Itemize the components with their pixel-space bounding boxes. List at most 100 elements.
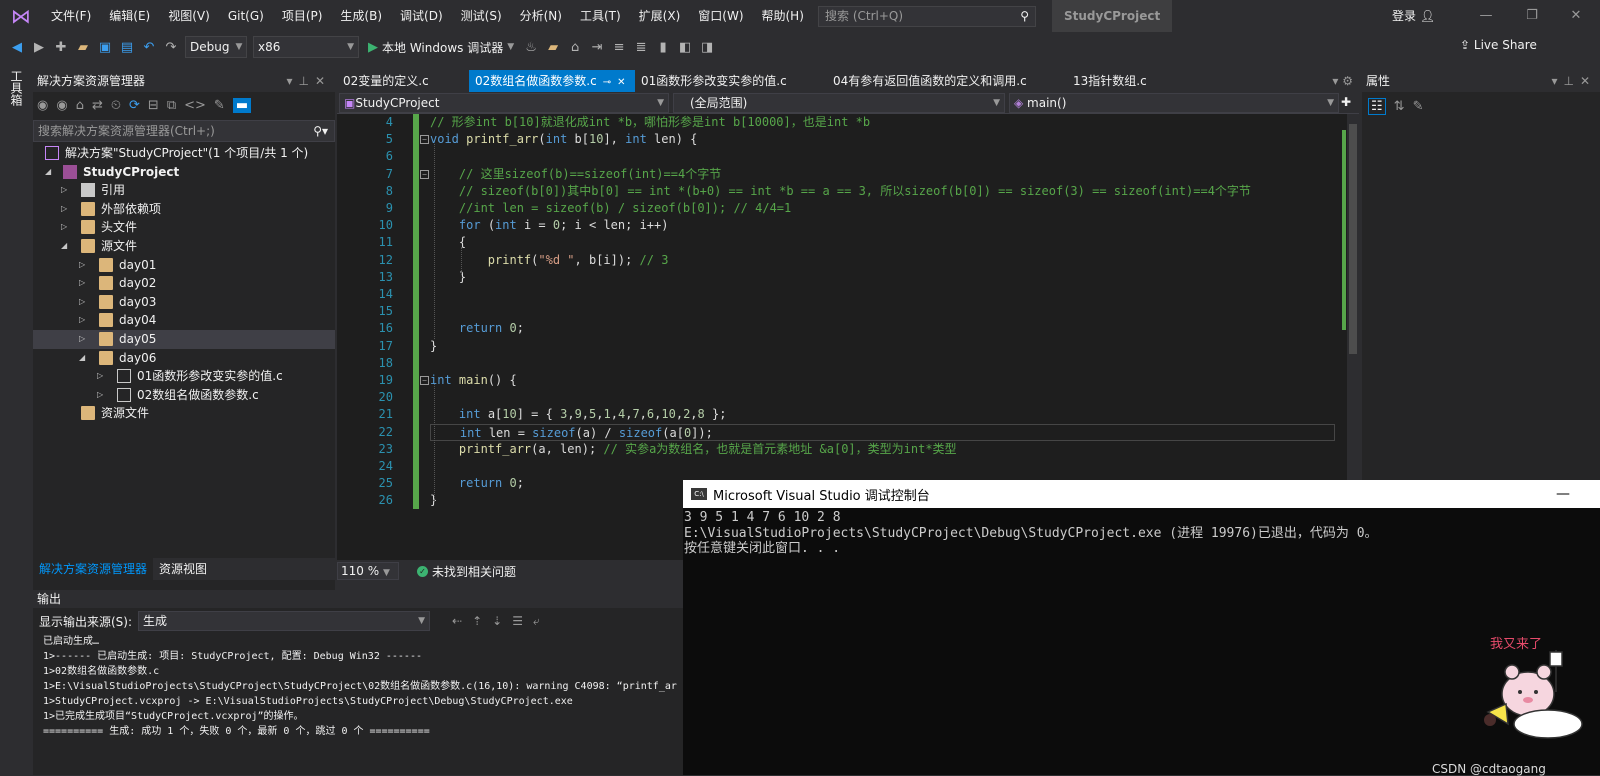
undo-icon[interactable]: ↶ [140, 36, 158, 58]
tab-file[interactable]: 02变量的定义.c [337, 70, 469, 92]
step-icon[interactable]: ⇥ [588, 36, 606, 58]
new-item-icon[interactable]: ✚ [52, 36, 70, 58]
collapsed-icon[interactable]: ▷ [79, 330, 89, 349]
property-pages-icon[interactable]: ✎ [1413, 99, 1424, 114]
collapse-all-icon[interactable]: ⊟ [148, 98, 159, 113]
panel-controls[interactable]: ▾⊥✕ [1551, 70, 1600, 92]
output-toolbar-icons[interactable]: ⇠⇡⇣☰⤶ [452, 614, 550, 629]
collapsed-icon[interactable]: ▷ [97, 386, 107, 405]
menu-item[interactable]: 生成(B) [331, 0, 391, 32]
collapsed-icon[interactable]: ▷ [61, 200, 71, 219]
tree-sources[interactable]: ◢ 源文件 [33, 237, 335, 256]
comment-icon[interactable]: ≡ [610, 36, 628, 58]
menu-item[interactable]: 文件(F) [42, 0, 100, 32]
pin-icon[interactable]: ⊸ [603, 77, 611, 88]
tab-solution-explorer[interactable]: 解决方案资源管理器 [33, 558, 154, 580]
tree-folder-day04[interactable]: ▷ day04 [33, 311, 335, 330]
tree-folder-day06[interactable]: ◢ day06 [33, 349, 335, 368]
tab-overflow-icon[interactable]: ▾ ⚙ [1332, 70, 1353, 92]
collapse-icon[interactable]: − [420, 135, 429, 144]
save-icon[interactable]: ▣ [96, 36, 114, 58]
pending-changes-icon[interactable]: ⏲ [111, 98, 121, 113]
login-button[interactable]: 登录 👤︎ [1392, 0, 1435, 32]
uncomment-icon[interactable]: ≣ [632, 36, 650, 58]
bookmark-icon[interactable]: ▮ [654, 36, 672, 58]
minimize-icon[interactable]: — [1556, 486, 1570, 502]
start-debugging-button[interactable]: ▶ 本地 Windows 调试器 ▼ [368, 39, 514, 56]
expanded-icon[interactable]: ◢ [45, 163, 55, 182]
collapsed-icon[interactable]: ▷ [79, 274, 89, 293]
code-view-icon[interactable]: <> [184, 98, 206, 113]
live-share-button[interactable]: ⇪ Live Share [1460, 38, 1537, 52]
tree-file[interactable]: ▷ 01函数形参改变实参的值.c [33, 367, 335, 386]
menu-item[interactable]: 工具(T) [571, 0, 630, 32]
split-icon[interactable]: ✚ [1341, 92, 1353, 113]
redo-icon[interactable]: ↷ [162, 36, 180, 58]
menu-item[interactable]: 调试(D) [391, 0, 452, 32]
copy-icon[interactable]: ⧉ [167, 98, 176, 113]
project-select[interactable]: ▣StudyCProject ▼ [339, 93, 669, 113]
tab-file[interactable]: 01函数形参改变实参的值.c [635, 70, 827, 92]
tree-folder-day03[interactable]: ▷ day03 [33, 293, 335, 312]
preview-toggle-icon[interactable]: ▬ [232, 97, 252, 113]
menu-item[interactable]: 测试(S) [452, 0, 511, 32]
member-select[interactable]: ◈ main() ▼ [1009, 93, 1339, 113]
minimize-button[interactable]: — [1470, 0, 1502, 32]
close-icon[interactable]: ✕ [617, 77, 625, 88]
back-icon[interactable]: ◉ [37, 98, 48, 113]
collapsed-icon[interactable]: ▷ [79, 311, 89, 330]
switch-view-icon[interactable]: ⇄ [92, 98, 103, 113]
solution-config-icon[interactable]: ⌂ [566, 36, 584, 58]
tree-external-deps[interactable]: ▷ 外部依赖项 [33, 200, 335, 219]
search-input[interactable]: 搜索 (Ctrl+Q) ⚲ [818, 6, 1036, 27]
tree-folder-day02[interactable]: ▷ day02 [33, 274, 335, 293]
tree-folder-day01[interactable]: ▷ day01 [33, 256, 335, 275]
menu-item[interactable]: 编辑(E) [100, 0, 159, 32]
tree-file[interactable]: ▷ 02数组名做函数参数.c [33, 386, 335, 405]
forward-icon[interactable]: ▶ [30, 36, 48, 58]
configuration-select[interactable]: Debug ▼ [185, 36, 247, 58]
menu-item[interactable]: 窗口(W) [689, 0, 752, 32]
output-source-select[interactable]: 生成 ▼ [138, 611, 431, 631]
tree-references[interactable]: ▷ 引用 [33, 181, 335, 200]
tree-project[interactable]: ◢ StudyCProject [33, 163, 335, 182]
menu-item[interactable]: 帮助(H) [753, 0, 813, 32]
collapsed-icon[interactable]: ▷ [79, 293, 89, 312]
sync-icon[interactable]: ⟳ [129, 98, 140, 113]
home-icon[interactable]: ⌂ [76, 98, 84, 113]
menu-item[interactable]: 视图(V) [159, 0, 219, 32]
tree-headers[interactable]: ▷ 头文件 [33, 218, 335, 237]
collapsed-icon[interactable]: ▷ [97, 367, 107, 386]
collapse-icon[interactable]: − [420, 376, 429, 385]
forward-icon[interactable]: ◉ [56, 98, 67, 113]
tree-folder-day05[interactable]: ▷ day05 [33, 329, 335, 349]
categorized-icon[interactable]: ☷ [1368, 97, 1386, 115]
browse-icon[interactable]: ▰ [544, 36, 562, 58]
back-icon[interactable]: ◀ [8, 36, 26, 58]
properties-wrench-icon[interactable]: ✎ [214, 98, 225, 113]
collapse-icon[interactable]: − [420, 170, 429, 179]
platform-select[interactable]: x86 ▼ [253, 36, 359, 58]
open-folder-icon[interactable]: ▰ [74, 36, 92, 58]
toolbox-tab[interactable]: 工具箱 [8, 70, 25, 106]
panel-controls[interactable]: ▾⊥✕ [286, 70, 335, 92]
tab-file-active[interactable]: 02数组名做函数参数.c ⊸ ✕ [469, 70, 635, 92]
tab-file[interactable]: 13指针数组.c [1067, 70, 1187, 92]
prev-bookmark-icon[interactable]: ◧ [676, 36, 694, 58]
menu-item[interactable]: 扩展(X) [630, 0, 690, 32]
tree-resources[interactable]: 资源文件 [33, 404, 335, 423]
tab-resource-view[interactable]: 资源视图 [153, 558, 213, 580]
collapsed-icon[interactable]: ▷ [61, 218, 71, 237]
scrollbar-thumb[interactable] [1349, 124, 1357, 354]
tab-file[interactable]: 04有参有返回值函数的定义和调用.c [827, 70, 1067, 92]
save-all-icon[interactable]: ▤ [118, 36, 136, 58]
alphabetical-icon[interactable]: ⇅ [1394, 99, 1405, 114]
collapsed-icon[interactable]: ▷ [79, 256, 89, 275]
menu-item[interactable]: Git(G) [219, 0, 273, 32]
next-bookmark-icon[interactable]: ◨ [698, 36, 716, 58]
zoom-select[interactable]: 110 % ▼ [337, 562, 399, 580]
solution-search-input[interactable]: 搜索解决方案资源管理器(Ctrl+;) ⚲▾ [33, 120, 335, 142]
expanded-icon[interactable]: ◢ [61, 237, 71, 256]
expanded-icon[interactable]: ◢ [79, 349, 89, 368]
visual-studio-logo-icon[interactable]: ⋈ [0, 0, 42, 32]
